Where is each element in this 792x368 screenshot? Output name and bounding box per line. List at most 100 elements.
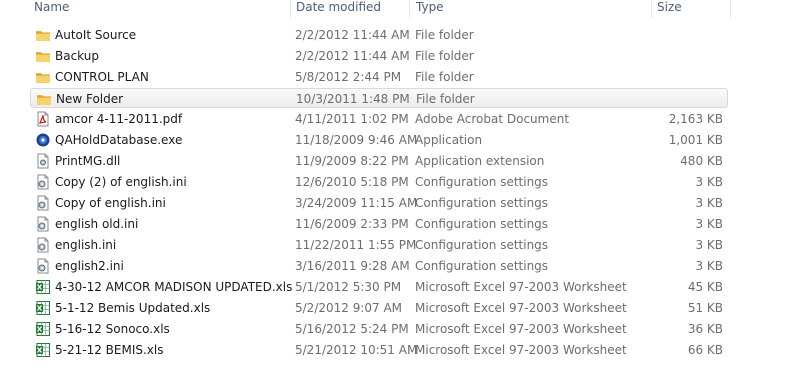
file-date-modified: 3/24/2009 11:15 AM <box>295 196 418 210</box>
file-size: 480 KB <box>680 154 723 168</box>
column-header-name[interactable]: Name <box>34 0 69 18</box>
file-size: 3 KB <box>695 259 723 273</box>
ini-icon <box>35 174 51 190</box>
file-type: Microsoft Excel 97-2003 Worksheet <box>415 343 627 357</box>
file-row[interactable]: 5-21-12 BEMIS.xls 5/21/2012 10:51 AM Micro… <box>30 340 728 360</box>
file-row[interactable]: Backup 2/2/2012 11:44 AM File folder <box>30 46 728 66</box>
file-name: CONTROL PLAN <box>55 70 149 84</box>
file-name: New Folder <box>56 92 124 106</box>
file-date-modified: 2/2/2012 11:44 AM <box>295 28 410 42</box>
file-date-modified: 5/1/2012 5:30 PM <box>295 280 402 294</box>
file-name: AutoIt Source <box>55 28 137 42</box>
file-type: Configuration settings <box>415 196 549 210</box>
file-row[interactable]: Copy (2) of english.ini 12/6/2010 5:18 PM… <box>30 172 728 192</box>
file-size: 3 KB <box>695 196 723 210</box>
file-type: Microsoft Excel 97-2003 Worksheet <box>415 301 627 315</box>
file-row[interactable]: amcor 4-11-2011.pdf 4/11/2011 1:02 PM Adob… <box>30 109 728 129</box>
column-header-bar: Name Date modified Type Size <box>0 0 792 18</box>
folder-icon <box>35 27 51 43</box>
file-name: amcor 4-11-2011.pdf <box>55 112 183 126</box>
file-size: 3 KB <box>695 217 723 231</box>
file-date-modified: 11/18/2009 9:46 AM <box>295 133 418 147</box>
dll-icon <box>35 153 51 169</box>
column-header-type[interactable]: Type <box>416 0 444 18</box>
file-date-modified: 12/6/2010 5:18 PM <box>295 175 409 189</box>
file-row[interactable]: english2.ini 3/16/2011 9:28 AM Configurati… <box>30 256 728 276</box>
folder-icon <box>35 69 51 85</box>
file-size: 45 KB <box>687 280 723 294</box>
column-divider[interactable] <box>730 0 731 18</box>
file-date-modified: 11/6/2009 2:33 PM <box>295 217 409 231</box>
file-type: Configuration settings <box>415 175 549 189</box>
file-row[interactable]: CONTROL PLAN 5/8/2012 2:44 PM File folder <box>30 67 728 87</box>
column-divider[interactable] <box>290 0 291 18</box>
file-name: Copy (2) of english.ini <box>55 175 187 189</box>
file-date-modified: 11/9/2009 8:22 PM <box>295 154 409 168</box>
file-date-modified: 11/22/2011 1:55 PM <box>295 238 417 252</box>
file-row[interactable]: 4-30-12 AMCOR MADISON UPDATED.xls 5/1/201… <box>30 277 728 297</box>
folder-icon <box>35 48 51 64</box>
file-type: File folder <box>416 92 475 106</box>
file-type: Application <box>415 133 483 147</box>
ini-icon <box>35 258 51 274</box>
file-name: QAHoldDatabase.exe <box>55 133 183 147</box>
file-name: Copy of english.ini <box>55 196 166 210</box>
file-type: File folder <box>415 28 474 42</box>
pdf-icon <box>35 111 51 127</box>
application-icon <box>35 132 51 148</box>
file-row-selected[interactable]: New Folder 10/3/2011 1:48 PM File folder <box>30 88 728 108</box>
file-type: Configuration settings <box>415 238 549 252</box>
file-name: 5-16-12 Sonoco.xls <box>55 322 170 336</box>
file-row[interactable]: 5-16-12 Sonoco.xls 5/16/2012 5:24 PM Micro… <box>30 319 728 339</box>
excel-icon <box>35 342 51 358</box>
file-type: File folder <box>415 70 474 84</box>
file-row[interactable]: AutoIt Source 2/2/2012 11:44 AM File folde… <box>30 25 728 45</box>
file-row[interactable]: english old.ini 11/6/2009 2:33 PM Configur… <box>30 214 728 234</box>
folder-icon <box>36 91 52 107</box>
file-row[interactable]: Copy of english.ini 3/24/2009 11:15 AM Con… <box>30 193 728 213</box>
excel-icon <box>35 321 51 337</box>
file-row[interactable]: english.ini 11/22/2011 1:55 PM Configurati… <box>30 235 728 255</box>
file-type: Configuration settings <box>415 217 549 231</box>
file-type: Microsoft Excel 97-2003 Worksheet <box>415 322 627 336</box>
file-date-modified: 4/11/2011 1:02 PM <box>295 112 409 126</box>
file-type: Adobe Acrobat Document <box>415 112 570 126</box>
file-date-modified: 5/16/2012 5:24 PM <box>295 322 409 336</box>
file-type: File folder <box>415 49 474 63</box>
file-date-modified: 2/2/2012 11:44 AM <box>295 49 410 63</box>
file-date-modified: 5/21/2012 10:51 AM <box>295 343 418 357</box>
column-divider[interactable] <box>409 0 410 18</box>
excel-icon <box>35 279 51 295</box>
file-size: 36 KB <box>687 322 723 336</box>
file-size: 1,001 KB <box>668 133 723 147</box>
excel-icon <box>35 300 51 316</box>
file-type: Configuration settings <box>415 259 549 273</box>
file-size: 3 KB <box>695 238 723 252</box>
file-type: Application extension <box>415 154 545 168</box>
file-row[interactable]: 5-1-12 Bemis Updated.xls 5/2/2012 9:07 AM… <box>30 298 728 318</box>
file-name: 4-30-12 AMCOR MADISON UPDATED.xls <box>55 280 293 294</box>
column-header-size[interactable]: Size <box>657 0 682 18</box>
ini-icon <box>35 195 51 211</box>
file-name: english old.ini <box>55 217 139 231</box>
file-name: 5-21-12 BEMIS.xls <box>55 343 164 357</box>
column-header-date-modified[interactable]: Date modified <box>296 0 381 18</box>
ini-icon <box>35 237 51 253</box>
file-name: Backup <box>55 49 99 63</box>
file-name: english.ini <box>55 238 117 252</box>
file-date-modified: 10/3/2011 1:48 PM <box>296 92 410 106</box>
file-name: 5-1-12 Bemis Updated.xls <box>55 301 211 315</box>
ini-icon <box>35 216 51 232</box>
file-size: 2,163 KB <box>668 112 723 126</box>
file-size: 3 KB <box>695 175 723 189</box>
file-type: Microsoft Excel 97-2003 Worksheet <box>415 280 627 294</box>
file-date-modified: 3/16/2011 9:28 AM <box>295 259 410 273</box>
file-name: PrintMG.dll <box>55 154 121 168</box>
file-date-modified: 5/8/2012 2:44 PM <box>295 70 402 84</box>
file-row[interactable]: PrintMG.dll 11/9/2009 8:22 PM Application … <box>30 151 728 171</box>
file-name: english2.ini <box>55 259 124 273</box>
file-row[interactable]: QAHoldDatabase.exe 11/18/2009 9:46 AM Appl… <box>30 130 728 150</box>
file-date-modified: 5/2/2012 9:07 AM <box>295 301 403 315</box>
column-divider[interactable] <box>651 0 652 18</box>
file-size: 51 KB <box>687 301 723 315</box>
